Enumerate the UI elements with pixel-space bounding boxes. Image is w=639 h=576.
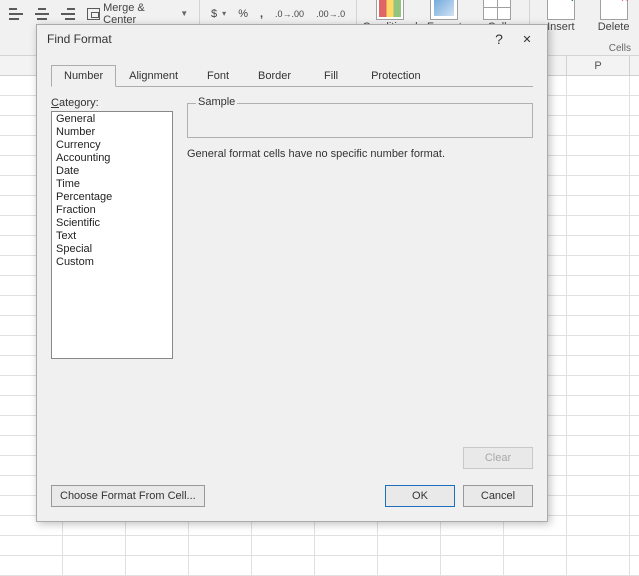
category-listbox[interactable]: General Number Currency Accounting Date … <box>51 111 173 359</box>
currency-button[interactable]: $▾ <box>206 4 231 24</box>
align-center-button[interactable] <box>30 4 54 24</box>
tab-border[interactable]: Border <box>245 65 304 86</box>
merge-icon <box>87 8 100 20</box>
close-button[interactable]: ✕ <box>513 27 541 51</box>
cancel-button[interactable]: Cancel <box>463 485 533 507</box>
tab-protection[interactable]: Protection <box>358 65 434 86</box>
format-icon <box>430 0 458 20</box>
category-column: Category: General Number Currency Accoun… <box>51 97 173 359</box>
clear-button[interactable]: Clear <box>463 447 533 469</box>
category-label: Category: <box>51 97 173 109</box>
align-right-button[interactable] <box>56 4 80 24</box>
find-format-dialog: Find Format ? ✕ Number Alignment Font Bo… <box>36 24 548 522</box>
list-item[interactable]: Text <box>53 230 171 243</box>
merge-label: Merge & Center <box>103 2 175 26</box>
delete-icon <box>600 0 628 20</box>
group-label-cells: Cells <box>609 43 631 54</box>
dialog-body: Number Alignment Font Border Fill Protec… <box>37 53 547 521</box>
list-item[interactable]: Accounting <box>53 152 171 165</box>
list-item[interactable]: Fraction <box>53 204 171 217</box>
close-icon: ✕ <box>522 33 531 46</box>
sample-value <box>196 113 524 123</box>
list-item[interactable]: Scientific <box>53 217 171 230</box>
format-description: General format cells have no specific nu… <box>187 148 533 160</box>
list-item[interactable]: Date <box>53 165 171 178</box>
table-row <box>0 536 639 556</box>
chevron-down-icon: ▼ <box>180 9 188 18</box>
dialog-title: Find Format <box>47 32 485 46</box>
tab-alignment[interactable]: Alignment <box>116 65 191 86</box>
insert-icon <box>547 0 575 20</box>
chevron-down-icon: ▾ <box>222 9 226 18</box>
conditional-icon <box>376 0 404 20</box>
list-item[interactable]: Time <box>53 178 171 191</box>
sample-label: Sample <box>196 96 237 108</box>
increase-decimal-button[interactable]: .0→.00 <box>270 4 309 24</box>
list-item[interactable]: Custom <box>53 256 171 269</box>
list-item[interactable]: Number <box>53 126 171 139</box>
help-button[interactable]: ? <box>485 27 513 51</box>
percent-button[interactable]: % <box>233 4 253 24</box>
ok-button[interactable]: OK <box>385 485 455 507</box>
list-item[interactable]: Currency <box>53 139 171 152</box>
delete-button[interactable]: Delete <box>588 0 639 35</box>
align-left-button[interactable] <box>4 4 28 24</box>
choose-format-from-cell-button[interactable]: Choose Format From Cell... <box>51 485 205 507</box>
dialog-tabs: Number Alignment Font Border Fill Protec… <box>51 65 533 87</box>
list-item[interactable]: General <box>53 113 171 126</box>
decrease-decimal-button[interactable]: .00→.0 <box>311 4 350 24</box>
dialog-titlebar: Find Format ? ✕ <box>37 25 547 53</box>
cell-icon <box>483 0 511 20</box>
col-header-p[interactable]: P <box>567 56 630 75</box>
table-row <box>0 556 639 576</box>
tab-number[interactable]: Number <box>51 65 116 87</box>
category-label-text: ategory: <box>59 97 99 109</box>
tab-fill[interactable]: Fill <box>304 65 358 86</box>
tab-font[interactable]: Font <box>191 65 245 86</box>
comma-button[interactable]: , <box>255 4 268 24</box>
right-pane: Sample General format cells have no spec… <box>187 97 533 359</box>
merge-center-button[interactable]: Merge & Center ▼ <box>82 4 193 24</box>
list-item[interactable]: Percentage <box>53 191 171 204</box>
sample-box: Sample <box>187 97 533 138</box>
list-item[interactable]: Special <box>53 243 171 256</box>
